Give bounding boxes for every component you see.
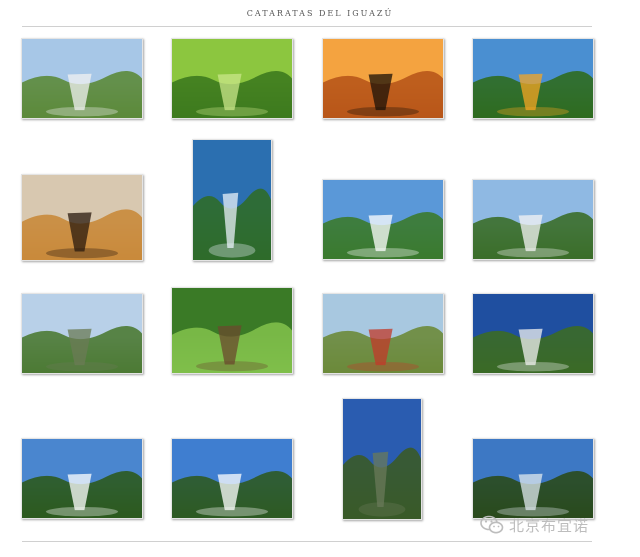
photo-falls-clouds-2 (172, 439, 292, 518)
gallery-thumbnail[interactable] (192, 139, 272, 261)
photo-falls-overview-1 (22, 39, 142, 118)
gallery-thumbnail[interactable] (472, 38, 594, 119)
wechat-icon (480, 515, 504, 534)
gallery-thumbnail[interactable] (171, 438, 293, 519)
gallery-thumbnail[interactable] (21, 174, 143, 261)
gallery-thumbnail[interactable] (472, 438, 594, 519)
photo-falls-river-view (22, 294, 142, 373)
gallery-thumbnail[interactable] (322, 179, 444, 260)
photo-falls-blue-sky (473, 294, 593, 373)
photo-monkey-leaves (172, 288, 292, 373)
gallery-thumbnail[interactable] (472, 179, 594, 260)
photo-butterfly-leaves (172, 39, 292, 118)
photo-falls-walkway-2 (473, 180, 593, 259)
photo-aerial-river (193, 140, 271, 260)
photo-falls-portrait (343, 399, 421, 519)
gallery-thumbnail[interactable] (342, 398, 422, 520)
gallery-thumbnail[interactable] (322, 293, 444, 374)
photo-falls-walkway-1 (323, 180, 443, 259)
gallery-thumbnail[interactable] (21, 293, 143, 374)
watermark: 北京布宜诺 (480, 512, 630, 538)
footer-divider (22, 541, 592, 542)
gallery-thumbnail[interactable] (472, 293, 594, 374)
photo-tourist-train (323, 294, 443, 373)
gallery-thumbnail[interactable] (322, 38, 444, 119)
photo-toucan-tree (473, 39, 593, 118)
header-divider (22, 26, 592, 27)
photo-jaguar (22, 175, 142, 260)
photo-falls-canyon (473, 439, 593, 518)
photo-sunset-birds (323, 39, 443, 118)
watermark-text: 北京布宜诺 (509, 516, 590, 535)
gallery-thumbnail[interactable] (171, 287, 293, 374)
page-title: CATARATAS DEL IGUAZÚ (246, 9, 394, 18)
photo-falls-clouds-1 (22, 439, 142, 518)
gallery-thumbnail[interactable] (21, 438, 143, 519)
gallery-thumbnail[interactable] (171, 38, 293, 119)
gallery-thumbnail[interactable] (21, 38, 143, 119)
